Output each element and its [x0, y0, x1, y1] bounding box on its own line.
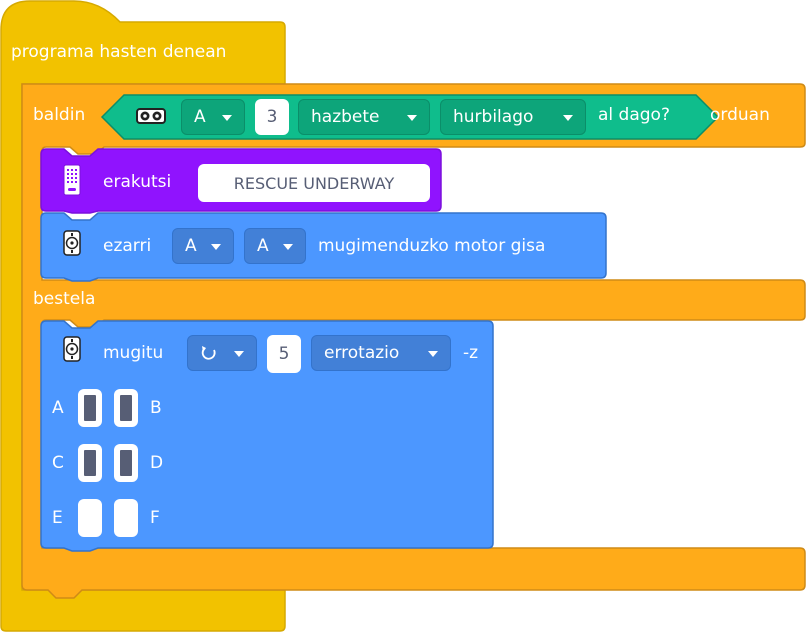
port-toggle-e[interactable]	[78, 499, 102, 537]
motor-icon	[63, 336, 81, 362]
chevron-down-icon	[283, 244, 293, 250]
if-label: baldin	[33, 105, 86, 125]
rotation-unit-dropdown[interactable]: errotazio	[311, 335, 451, 371]
port-label-c: C	[52, 453, 64, 473]
motor-pair-right-port-value: A	[257, 236, 269, 256]
motor-pair-left-port-dropdown[interactable]: A	[172, 228, 234, 264]
motor-run-suffix: -z	[463, 343, 479, 363]
chevron-down-icon	[428, 351, 438, 357]
sensor-port-dropdown[interactable]: A	[181, 99, 245, 135]
motor-pair-label: ezarri	[103, 236, 152, 256]
hat-block-label: programa hasten denean	[11, 42, 227, 62]
port-label-f: F	[150, 508, 160, 528]
port-toggle-c[interactable]	[78, 444, 102, 482]
then-label: orduan	[710, 105, 770, 125]
chevron-down-icon	[211, 244, 221, 250]
display-block-label: erakutsi	[103, 172, 172, 192]
chevron-down-icon	[234, 351, 244, 357]
distance-unit-value: hazbete	[311, 107, 380, 127]
chevron-down-icon	[563, 115, 573, 121]
comparison-dropdown[interactable]: hurbilago	[440, 99, 586, 135]
chevron-down-icon	[222, 115, 232, 121]
motor-pair-right-port-dropdown[interactable]: A	[244, 228, 306, 264]
port-label-b: B	[150, 398, 162, 418]
port-label-a: A	[52, 398, 64, 418]
motor-run-label: mugitu	[103, 343, 164, 363]
distance-number-input[interactable]: 3	[255, 99, 289, 135]
display-text-input[interactable]: RESCUE UNDERWAY	[198, 164, 430, 202]
direction-dropdown[interactable]	[187, 335, 257, 371]
rotate-counterclockwise-icon	[201, 346, 216, 360]
light-matrix-icon	[63, 164, 81, 196]
port-toggle-d[interactable]	[114, 444, 138, 482]
rotation-number-input[interactable]: 5	[267, 335, 301, 373]
rotation-unit-value: errotazio	[324, 343, 400, 363]
port-label-e: E	[52, 508, 63, 528]
motor-pair-left-port-value: A	[185, 236, 197, 256]
motor-icon	[63, 230, 81, 256]
distance-unit-dropdown[interactable]: hazbete	[298, 99, 430, 135]
port-toggle-a[interactable]	[78, 389, 102, 427]
condition-suffix: al dago?	[598, 105, 670, 125]
port-toggle-f[interactable]	[114, 499, 138, 537]
port-toggle-b[interactable]	[114, 389, 138, 427]
chevron-down-icon	[407, 115, 417, 121]
motor-pair-suffix: mugimenduzko motor gisa	[318, 236, 546, 256]
comparison-value: hurbilago	[453, 107, 534, 127]
else-label: bestela	[33, 289, 96, 309]
sensor-port-value: A	[194, 107, 206, 127]
port-label-d: D	[150, 453, 164, 473]
distance-sensor-icon	[136, 108, 166, 124]
